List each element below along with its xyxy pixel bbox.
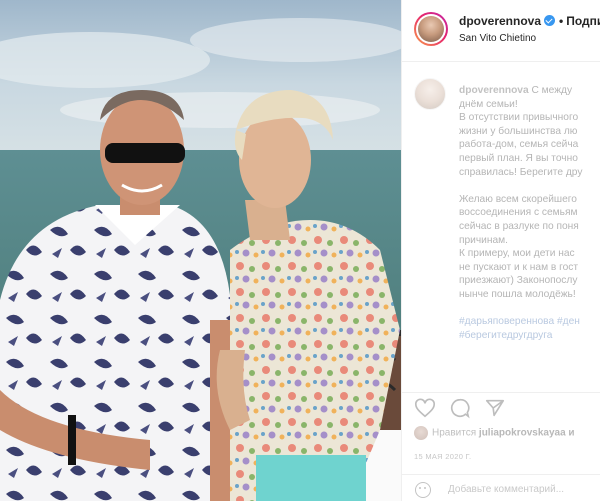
post-date[interactable]: 15 МАЯ 2020 Г. [414,452,471,461]
caption-line: Желаю всем скорейшего [459,193,577,205]
caption-line: работа-дом, семья сейча [459,139,579,151]
comment-icon[interactable] [449,397,471,419]
caption-line: днём семьи! [459,98,518,110]
heart-icon[interactable] [414,397,436,419]
caption-line: причинам. [459,234,508,246]
caption-text: dpoverennova С между днём семьи! В отсут… [459,84,600,342]
follow-button[interactable]: Подпи [566,14,600,28]
post-header: dpoverennova •Подпи San Vito Chietino [402,0,600,62]
post-sidebar: dpoverennova •Подпи San Vito Chietino dpo… [401,0,600,501]
caption-line: справилась! Берегите дру [459,166,583,178]
caption-line: нынче пошла молодёжь! [459,288,576,300]
author-line: dpoverennova •Подпи [459,14,600,28]
emoji-icon[interactable] [415,482,431,498]
caption-line: первый план. Я вы точно [459,152,578,164]
author-avatar[interactable] [414,12,448,46]
caption-line: С между [531,85,573,96]
likes-summary: Нравится juliapokrovskayaa и [414,426,575,442]
action-bar [402,392,600,420]
caption-username[interactable]: dpoverennova [459,85,529,96]
post-photo-image [0,0,401,501]
separator-dot: • [559,14,564,28]
likes-prefix: Нравится [432,427,477,439]
hashtag-link[interactable]: #берегитедругдруга [459,329,600,343]
caption-line: сейчас в разлуке по поня [459,220,579,232]
share-icon[interactable] [484,397,506,419]
liker-avatar[interactable] [414,426,428,440]
hashtag-link[interactable]: #дарьяповереннова #ден [459,315,600,329]
caption-area: dpoverennova С между днём семьи! В отсут… [402,62,600,392]
caption-line: не пускают и к нам в гост [459,261,579,273]
caption-line: воссоединения с семьям [459,207,578,219]
liker-username[interactable]: juliapokrovskayaa и [479,428,575,439]
post-location[interactable]: San Vito Chietino [459,33,536,44]
caption-line: жизни у большинства лю [459,125,578,137]
post-photo[interactable] [0,0,401,501]
caption-line: К примеру, мои дети нас [459,248,575,260]
caption-avatar[interactable] [414,78,446,110]
caption-line: приезжают) Законопослу [459,275,578,287]
verified-icon [544,15,556,26]
caption-line: В отсутствии привычного [459,112,579,124]
comment-input[interactable]: Добавьте комментарий... [448,484,564,495]
comment-bar: Добавьте комментарий... [402,474,600,501]
author-username[interactable]: dpoverennova [459,14,541,28]
